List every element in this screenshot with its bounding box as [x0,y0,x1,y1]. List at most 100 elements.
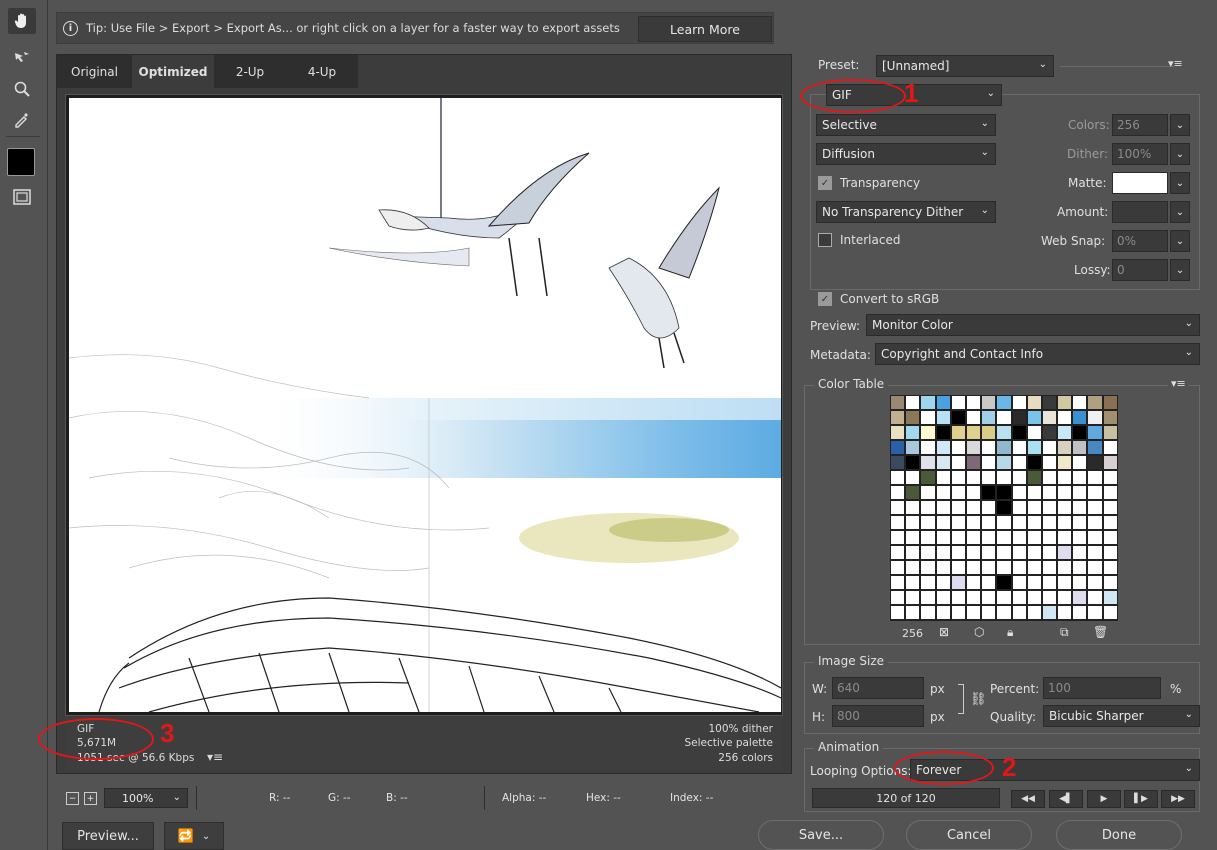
color-swatch[interactable] [1072,575,1088,590]
color-swatch[interactable] [950,560,966,575]
color-swatch[interactable] [1102,605,1118,620]
color-swatch[interactable] [1102,500,1118,515]
color-swatch[interactable] [965,395,982,410]
color-swatch[interactable] [890,590,906,605]
cancel-button[interactable]: Cancel [906,820,1032,850]
color-swatch[interactable] [950,590,966,605]
color-swatch[interactable] [1087,440,1103,455]
color-swatch[interactable] [1041,530,1058,545]
color-swatch[interactable] [1026,425,1042,440]
dither-dropdown[interactable]: ⌄ [1170,143,1190,165]
color-swatch[interactable] [1087,590,1103,605]
color-swatch[interactable] [1026,410,1042,425]
color-swatch[interactable] [1087,470,1103,485]
first-frame-icon[interactable]: ◀◀ [1011,790,1045,808]
color-swatch[interactable] [935,440,951,455]
color-swatch[interactable] [1041,455,1058,470]
color-swatch[interactable] [1072,425,1088,440]
color-table-menu-icon[interactable]: ▾≡ [1168,377,1189,390]
color-swatch[interactable] [1041,395,1058,410]
color-swatch[interactable] [950,470,966,485]
optimize-menu-icon[interactable]: ▾≡ [1168,57,1183,70]
color-swatch[interactable] [950,545,966,560]
color-swatch[interactable] [920,470,936,485]
color-swatch[interactable] [1057,515,1073,530]
color-swatch[interactable] [965,485,982,500]
color-swatch[interactable] [935,470,951,485]
color-swatch[interactable] [1072,455,1088,470]
color-swatch[interactable] [1072,395,1088,410]
color-swatch[interactable] [1011,440,1027,455]
color-swatch[interactable] [1102,440,1118,455]
color-swatch[interactable] [920,545,936,560]
color-swatch[interactable] [905,515,921,530]
color-swatch[interactable] [996,560,1012,575]
lock-color-icon[interactable]: 🔒︎ [1007,625,1013,640]
color-swatch[interactable] [935,455,951,470]
color-swatch[interactable] [1057,530,1073,545]
color-swatch[interactable] [1041,575,1058,590]
color-swatch[interactable] [1087,455,1103,470]
color-swatch[interactable] [890,470,906,485]
color-swatch[interactable] [920,560,936,575]
color-swatch[interactable] [935,425,951,440]
color-swatch[interactable] [1087,500,1103,515]
color-swatch[interactable] [1102,485,1118,500]
color-swatch[interactable] [950,485,966,500]
color-swatch[interactable] [1041,515,1058,530]
color-swatch[interactable] [1041,425,1058,440]
color-swatch[interactable] [965,455,982,470]
color-swatch[interactable] [905,470,921,485]
color-swatch[interactable] [920,590,936,605]
color-swatch[interactable] [981,500,997,515]
web-shift-icon[interactable]: ⬡ [974,625,984,639]
color-swatch[interactable] [965,590,982,605]
done-button[interactable]: Done [1056,820,1182,850]
color-swatch[interactable] [1057,395,1073,410]
lossy-dropdown[interactable]: ⌄ [1170,259,1190,281]
color-swatch[interactable] [981,395,997,410]
color-swatch[interactable] [905,410,921,425]
info-menu-icon[interactable]: ▾≡ [207,750,223,764]
color-swatch[interactable] [905,485,921,500]
amount-dropdown[interactable]: ⌄ [1170,201,1190,223]
color-swatch[interactable] [981,425,997,440]
color-swatch[interactable] [981,575,997,590]
tab-optimized[interactable]: Optimized [132,55,214,88]
transparency-checkbox[interactable]: ✓ [818,176,832,190]
colors-field[interactable]: 256 [1112,114,1168,136]
color-swatch[interactable] [935,485,951,500]
color-swatch[interactable] [890,425,906,440]
color-swatch[interactable] [905,395,921,410]
color-swatch[interactable] [905,530,921,545]
color-swatch[interactable] [1072,545,1088,560]
color-swatch[interactable] [965,470,982,485]
color-swatch[interactable] [1087,605,1103,620]
color-swatch[interactable] [1057,425,1073,440]
height-field[interactable]: 800 [832,705,924,727]
color-swatch[interactable] [935,575,951,590]
color-swatch[interactable] [996,485,1012,500]
color-swatch[interactable] [996,590,1012,605]
color-swatch[interactable] [905,455,921,470]
color-swatch[interactable] [1026,515,1042,530]
matte-dropdown[interactable]: ⌄ [1170,172,1190,194]
color-swatch[interactable] [950,515,966,530]
color-swatch[interactable] [890,545,906,560]
color-swatch[interactable] [950,440,966,455]
tab-4-up[interactable]: 4-Up [286,55,358,88]
color-swatch[interactable] [1057,590,1073,605]
color-swatch[interactable] [1011,530,1027,545]
color-swatch[interactable] [905,605,921,620]
color-swatch[interactable] [1011,575,1027,590]
color-swatch[interactable] [890,485,906,500]
color-swatch[interactable] [905,560,921,575]
color-swatch[interactable] [1072,560,1088,575]
color-swatch[interactable] [905,575,921,590]
colors-dropdown[interactable]: ⌄ [1170,114,1190,136]
color-swatch[interactable] [1072,590,1088,605]
color-swatch[interactable] [950,410,966,425]
color-swatch[interactable] [920,605,936,620]
color-swatch[interactable] [1087,560,1103,575]
color-table-grid[interactable] [890,395,1118,621]
